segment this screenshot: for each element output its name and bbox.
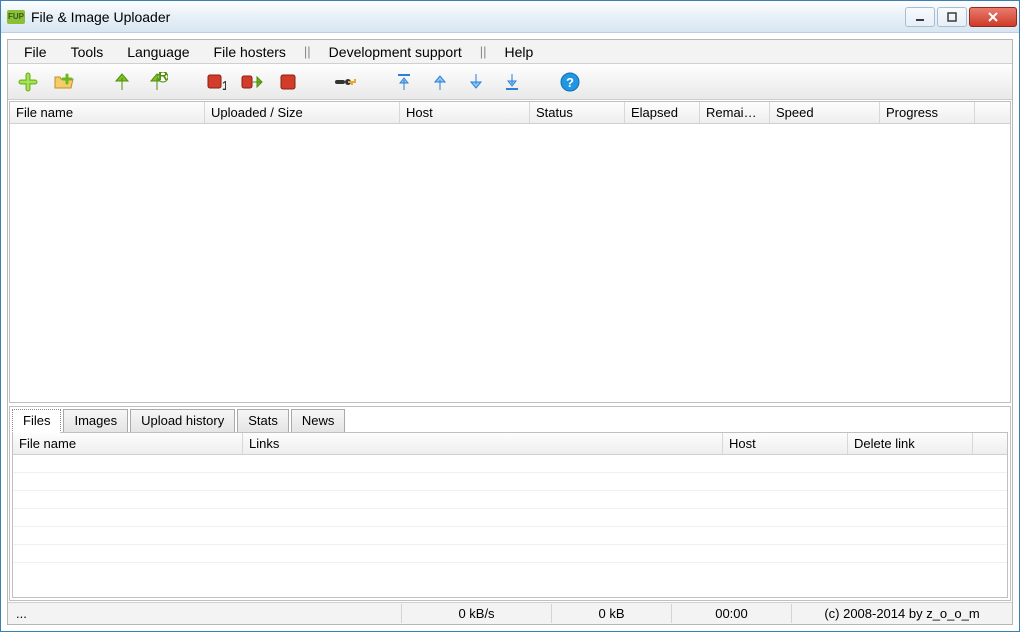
tab-images[interactable]: Images xyxy=(63,409,128,433)
maximize-button[interactable] xyxy=(937,7,967,27)
tab-stats[interactable]: Stats xyxy=(237,409,289,433)
menu-file-hosters[interactable]: File hosters xyxy=(204,42,296,62)
svg-text:1: 1 xyxy=(222,78,226,92)
menu-separator: || xyxy=(300,44,315,59)
upload-queue-table[interactable]: File name Uploaded / Size Host Status El… xyxy=(9,101,1011,403)
help-button[interactable]: ? xyxy=(556,68,584,96)
files-body[interactable] xyxy=(13,455,1007,597)
files-tab-content: File name Links Host Delete link xyxy=(12,432,1008,598)
menu-help[interactable]: Help xyxy=(495,42,544,62)
move-down-button[interactable] xyxy=(462,68,490,96)
col-status[interactable]: Status xyxy=(530,102,625,123)
list-item[interactable] xyxy=(13,473,1007,491)
menubar: File Tools Language File hosters || Deve… xyxy=(8,40,1012,64)
status-speed: 0 kB/s xyxy=(402,604,552,623)
table-header-row: File name Uploaded / Size Host Status El… xyxy=(10,102,1010,124)
status-size: 0 kB xyxy=(552,604,672,623)
col-file-name[interactable]: File name xyxy=(10,102,205,123)
list-item[interactable] xyxy=(13,455,1007,473)
stop-one-button[interactable]: 1 xyxy=(202,68,230,96)
app-icon: FUP xyxy=(7,10,25,24)
bottom-tabs: Files Images Upload history Stats News xyxy=(12,409,1008,433)
col-elapsed[interactable]: Elapsed xyxy=(625,102,700,123)
col-host[interactable]: Host xyxy=(400,102,530,123)
files-col-delete-link[interactable]: Delete link xyxy=(848,433,973,454)
menu-separator: || xyxy=(476,44,491,59)
add-folder-button[interactable] xyxy=(50,68,78,96)
minimize-button[interactable] xyxy=(905,7,935,27)
move-up-button[interactable] xyxy=(426,68,454,96)
menu-tools[interactable]: Tools xyxy=(61,42,114,62)
tab-news[interactable]: News xyxy=(291,409,346,433)
status-copyright: (c) 2008-2014 by z_o_o_m xyxy=(792,604,1012,623)
list-item[interactable] xyxy=(13,509,1007,527)
svg-text:?: ? xyxy=(566,75,574,90)
list-item[interactable] xyxy=(13,545,1007,563)
accounts-button[interactable] xyxy=(332,68,360,96)
svg-text:R: R xyxy=(158,72,168,83)
upload-queue-body[interactable] xyxy=(10,124,1010,402)
toolbar: R 1 xyxy=(8,64,1012,100)
window-title: File & Image Uploader xyxy=(31,9,903,25)
files-col-links[interactable]: Links xyxy=(243,433,723,454)
menu-language[interactable]: Language xyxy=(117,42,199,62)
list-item[interactable] xyxy=(13,527,1007,545)
add-button[interactable] xyxy=(14,68,42,96)
tab-upload-history[interactable]: Upload history xyxy=(130,409,235,433)
menu-file[interactable]: File xyxy=(14,42,57,62)
col-speed[interactable]: Speed xyxy=(770,102,880,123)
close-button[interactable] xyxy=(969,7,1017,27)
col-uploaded-size[interactable]: Uploaded / Size xyxy=(205,102,400,123)
files-col-file-name[interactable]: File name xyxy=(13,433,243,454)
stop-all-button[interactable] xyxy=(274,68,302,96)
list-item[interactable] xyxy=(13,491,1007,509)
statusbar: ... 0 kB/s 0 kB 00:00 (c) 2008-2014 by z… xyxy=(8,602,1012,624)
app-window: FUP File & Image Uploader File Tools Lan… xyxy=(0,0,1020,632)
status-time: 00:00 xyxy=(672,604,792,623)
files-header-row: File name Links Host Delete link xyxy=(13,433,1007,455)
col-progress[interactable]: Progress xyxy=(880,102,975,123)
files-col-host[interactable]: Host xyxy=(723,433,848,454)
col-remaining[interactable]: Remai… xyxy=(700,102,770,123)
move-top-button[interactable] xyxy=(390,68,418,96)
move-bottom-button[interactable] xyxy=(498,68,526,96)
upload-button[interactable] xyxy=(108,68,136,96)
menu-development-support[interactable]: Development support xyxy=(319,42,472,62)
reupload-button[interactable]: R xyxy=(144,68,172,96)
tab-files[interactable]: Files xyxy=(12,409,61,433)
bottom-panel: Files Images Upload history Stats News F… xyxy=(9,406,1011,601)
resume-button[interactable] xyxy=(238,68,266,96)
status-message: ... xyxy=(8,604,402,623)
titlebar: FUP File & Image Uploader xyxy=(1,1,1019,33)
